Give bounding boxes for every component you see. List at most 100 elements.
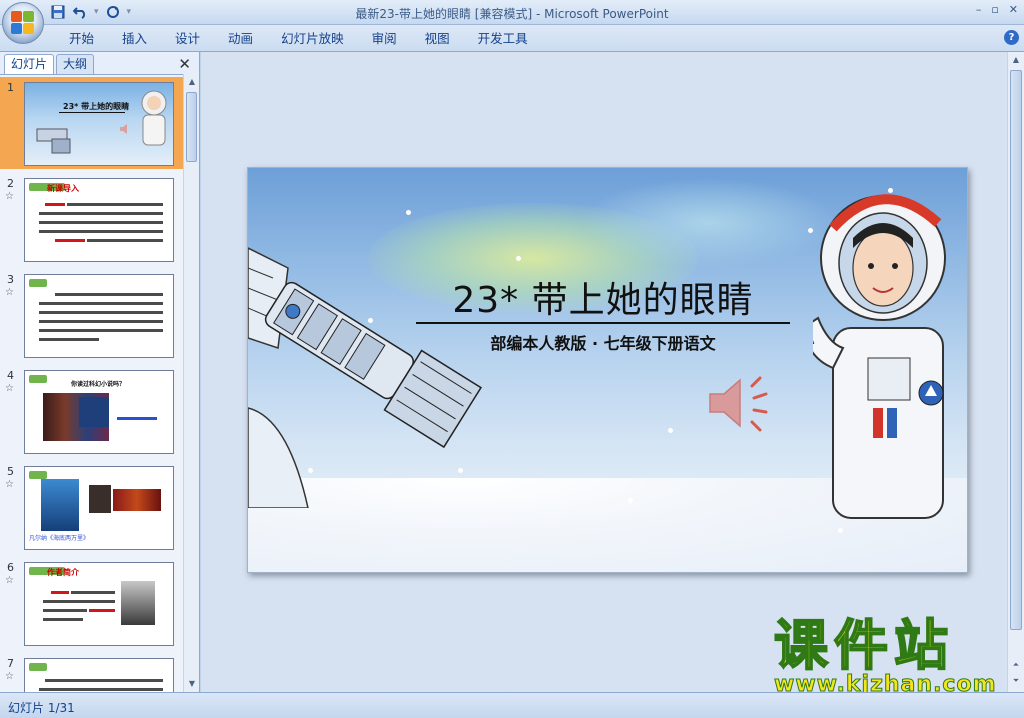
thumbnail-row-1[interactable]: 1 23* 带上她的眼睛 xyxy=(0,77,184,169)
minimize-button[interactable]: – xyxy=(976,3,982,16)
book-cover-image xyxy=(79,397,109,427)
tab-view[interactable]: 视图 xyxy=(414,30,461,48)
animation-star-icon: ☆ xyxy=(5,191,14,202)
thumbnail-number: 7 xyxy=(7,657,14,670)
text-line xyxy=(39,221,163,224)
text-line xyxy=(45,203,65,206)
thumbnail-row-2[interactable]: 2 ☆ 新课导入 xyxy=(0,173,184,265)
text-line xyxy=(43,609,87,612)
thumbnail-list: 1 23* 带上她的眼睛 2 ☆ 新课导入 3 ☆ 4 ☆ 你读过科幻小说吗？ … xyxy=(0,74,184,692)
window-title: 最新23-带上她的眼睛 [兼容模式] - Microsoft PowerPoin… xyxy=(355,7,669,21)
tab-review[interactable]: 审阅 xyxy=(361,30,408,48)
text-line xyxy=(39,212,163,215)
tab-developer[interactable]: 开发工具 xyxy=(467,30,539,48)
tab-slides[interactable]: 幻灯片 xyxy=(4,54,55,74)
astronaut-image xyxy=(813,194,946,519)
window-controls: – ▫ ✕ xyxy=(976,3,1018,16)
text-line xyxy=(39,338,99,341)
watermark: 课件站 www.kjzhan.com xyxy=(773,614,1006,698)
thumbnail-slide-5[interactable]: 凡尔纳《海底两万里》 xyxy=(24,466,174,550)
text-line xyxy=(39,688,163,691)
restore-button[interactable]: ▫ xyxy=(991,3,998,16)
animation-star-icon: ☆ xyxy=(5,479,14,490)
animation-star-icon: ☆ xyxy=(5,287,14,298)
text-line xyxy=(87,239,163,242)
next-slide-icon[interactable]: ⏷ xyxy=(1011,676,1021,686)
scroll-up-icon[interactable]: ▲ xyxy=(1011,55,1021,65)
main-scrollbar[interactable]: ▲ ⏶ ⏷ xyxy=(1007,52,1024,692)
text-line xyxy=(39,230,163,233)
scroll-thumb[interactable] xyxy=(186,92,197,162)
text-line xyxy=(39,320,163,323)
text-line xyxy=(39,329,163,332)
thumbnail-slide-2[interactable]: 新课导入 xyxy=(24,178,174,262)
panel-scrollbar[interactable]: ▲ ▼ xyxy=(183,74,199,692)
thumbnail-slide-7[interactable] xyxy=(24,658,174,692)
office-button[interactable] xyxy=(2,2,44,44)
author-photo xyxy=(89,485,111,513)
thumbnail-row-4[interactable]: 4 ☆ 你读过科幻小说吗？ xyxy=(0,365,184,457)
thumbnail-caption: 凡尔纳《海底两万里》 xyxy=(29,535,90,542)
thumbnail-number: 3 xyxy=(7,273,14,286)
text-line xyxy=(39,302,163,305)
space-station-image xyxy=(36,128,71,154)
speaker-icon xyxy=(120,124,127,134)
thumbnail-title: 23* 带上她的眼睛 xyxy=(63,102,130,111)
thumbnail-row-6[interactable]: 6 ☆ 作者简介 xyxy=(0,557,184,649)
thumbnail-slide-1[interactable]: 23* 带上她的眼睛 xyxy=(24,82,174,166)
slide-tag: 新课导入 xyxy=(47,184,79,193)
snowflake xyxy=(668,428,673,433)
book-covers-image xyxy=(113,489,161,511)
thumbnail-number: 6 xyxy=(7,561,14,574)
watermark-logo: 课件站 xyxy=(773,614,954,677)
thumbnail-slide-6[interactable]: 作者简介 xyxy=(24,562,174,646)
thumbnail-row-5[interactable]: 5 ☆ 凡尔纳《海底两万里》 xyxy=(0,461,184,553)
speaker-icon[interactable] xyxy=(706,368,782,438)
close-panel-icon[interactable]: ✕ xyxy=(178,55,191,73)
tab-insert[interactable]: 插入 xyxy=(111,30,158,48)
scroll-thumb[interactable] xyxy=(1010,70,1022,630)
thumbnail-row-3[interactable]: 3 ☆ xyxy=(0,269,184,361)
animation-star-icon: ☆ xyxy=(5,671,14,682)
tab-animation[interactable]: 动画 xyxy=(217,30,264,48)
slide-header-bar xyxy=(29,471,47,479)
text-line xyxy=(43,618,83,621)
text-line xyxy=(51,591,69,594)
close-button[interactable]: ✕ xyxy=(1009,3,1018,16)
thumbnail-number: 5 xyxy=(7,465,14,478)
aurora-background xyxy=(578,178,838,268)
tab-outline[interactable]: 大纲 xyxy=(56,54,95,74)
slide-title[interactable]: 23* 带上她的眼睛 xyxy=(416,271,790,323)
thumbnail-slide-3[interactable] xyxy=(24,274,174,358)
tab-home[interactable]: 开始 xyxy=(58,30,105,48)
animation-star-icon: ☆ xyxy=(5,383,14,394)
text-line xyxy=(89,609,115,612)
text-line xyxy=(67,203,163,206)
snowflake xyxy=(516,256,521,261)
tab-slideshow[interactable]: 幻灯片放映 xyxy=(270,30,355,48)
slide-header-bar xyxy=(29,663,47,671)
previous-slide-icon[interactable]: ⏶ xyxy=(1011,660,1021,670)
text-line xyxy=(43,600,115,603)
slide-subtitle[interactable]: 部编本人教版 · 七年级下册语文 xyxy=(416,330,790,354)
slide-header-bar xyxy=(29,279,47,287)
text-line xyxy=(55,293,163,296)
thumbnail-row-7[interactable]: 7 ☆ xyxy=(0,653,184,692)
book-cover-image xyxy=(41,479,79,531)
astronaut-image xyxy=(141,90,167,146)
thumbnail-slide-4[interactable]: 你读过科幻小说吗？ xyxy=(24,370,174,454)
help-icon[interactable]: ? xyxy=(1004,30,1019,45)
thumbnail-number: 4 xyxy=(7,369,14,382)
scroll-down-icon[interactable]: ▼ xyxy=(187,679,197,689)
author-photo xyxy=(121,581,155,625)
title-bar: ▾ ▾ 最新23-带上她的眼睛 [兼容模式] - Microsoft Power… xyxy=(0,0,1024,44)
tab-design[interactable]: 设计 xyxy=(164,30,211,48)
scroll-up-icon[interactable]: ▲ xyxy=(187,77,197,87)
current-slide[interactable]: 23* 带上她的眼睛 部编本人教版 · 七年级下册语文 xyxy=(247,167,968,573)
slide-tag: 作者简介 xyxy=(47,568,79,577)
office-logo-icon xyxy=(11,11,35,35)
slides-panel: 幻灯片 大纲 ✕ 1 23* 带上她的眼睛 2 ☆ 新课导入 3 ☆ 4 ☆ 你… xyxy=(0,52,200,692)
thumbnail-number: 2 xyxy=(7,177,14,190)
text-line xyxy=(71,591,115,594)
panel-tabs: 幻灯片 大纲 xyxy=(4,54,96,74)
